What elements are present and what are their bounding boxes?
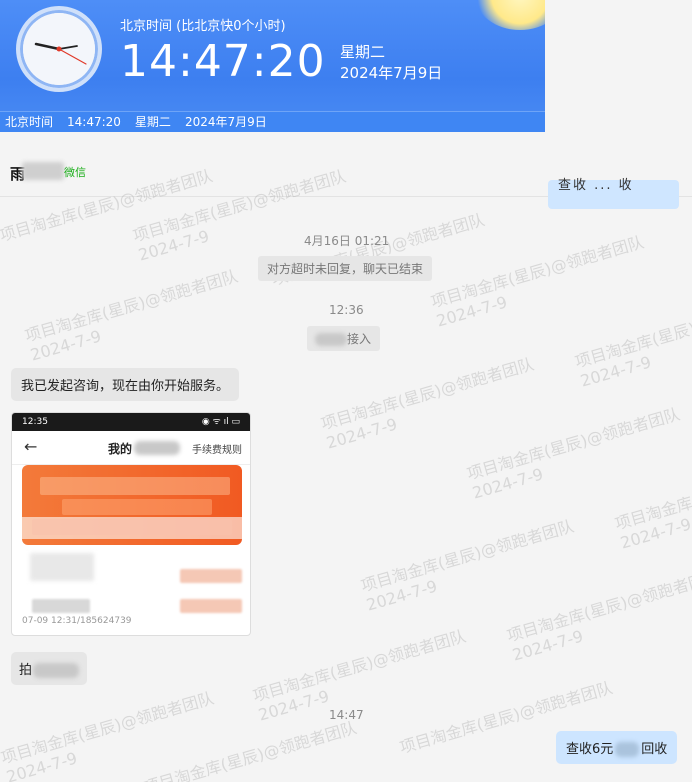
- phone-titlebar: ← 我的 手续费规则: [12, 431, 250, 465]
- redacted-name: [315, 333, 347, 346]
- outgoing-message[interactable]: 查收6元 回收: [556, 731, 678, 764]
- incoming-message[interactable]: 拍: [11, 652, 88, 685]
- watermark: 项目淘金库(星辰)@领跑者团队 2024-7-9: [0, 688, 216, 782]
- phone-title-right: 手续费规则: [192, 445, 242, 456]
- watermark: 项目淘金库(星辰)@领跑者团队 2024-7-9: [318, 354, 536, 453]
- sun-decoration: [475, 0, 545, 30]
- outgoing-message-prefix: 查收6元: [566, 742, 614, 757]
- watermark: 项目淘金库(星辰)@领跑者团队 2024-7-9: [504, 566, 692, 665]
- watermark: 项目淘金库(星辰)@领跑者团队 2024-7-9: [572, 292, 692, 391]
- phone-title: 我的: [108, 442, 133, 456]
- redacted-text: [33, 663, 80, 678]
- phone-status-icons: ◉ ᯤ ıl ▭: [201, 417, 240, 427]
- clock-status-bar: 北京时间 14:47:20 星期二 2024年7月9日: [0, 111, 545, 132]
- watermark: 项目淘金库(星辰)@领跑者团队 2024-7-9: [464, 404, 682, 503]
- analog-clock-icon: [16, 6, 102, 92]
- watermark: 项目淘金库(星辰)@领跑者团队 2024-7-9: [22, 266, 240, 365]
- clock-widget: 北京时间 (比北京快0个小时) 14:47:20 星期二 2024年7月9日 北…: [0, 0, 545, 132]
- watermark: 项目淘金库(星辰)@领跑者团队 2024-7-9: [612, 454, 692, 553]
- outgoing-message-cut: 查收 ... 收: [548, 178, 679, 209]
- source-tag: 微信: [64, 166, 86, 179]
- redacted-text: [615, 742, 640, 757]
- phone-status-bar: 12:35 ◉ ᯤ ıl ▭: [12, 413, 250, 431]
- system-notice-text: 接入: [347, 332, 372, 346]
- system-notice: 对方超时未回复，聊天已结束: [258, 256, 433, 281]
- status-weekday: 星期二: [134, 115, 171, 129]
- clock-time: 14:47:20: [120, 36, 326, 87]
- watermark: 项目淘金库(星辰)@领跑者团队: [141, 717, 359, 782]
- watermark: 项目淘金库(星辰)@领跑者团队 2024-7-9: [358, 516, 576, 615]
- system-notice: 接入: [307, 326, 381, 351]
- message-timestamp: 14:47: [329, 708, 364, 722]
- screenshot-image[interactable]: 12:35 ◉ ᯤ ıl ▭ ← 我的 手续费规则 07-09 12:31/18…: [11, 412, 251, 636]
- status-time: 14:47:20: [67, 115, 121, 129]
- status-label: 北京时间: [5, 115, 54, 129]
- message-timestamp: 12:36: [329, 303, 364, 317]
- clock-date: 2024年7月9日: [340, 64, 443, 82]
- back-arrow-icon: ←: [24, 437, 38, 456]
- message-initial: 拍: [19, 663, 33, 678]
- clock-label: 北京时间 (比北京快0个小时): [120, 19, 286, 34]
- outgoing-message-suffix: 回收: [641, 742, 668, 757]
- redacted-title: [134, 441, 180, 455]
- clock-weekday: 星期二: [340, 43, 386, 61]
- incoming-message[interactable]: 我已发起咨询，现在由你开始服务。: [11, 368, 240, 401]
- phone-time: 12:35: [22, 417, 48, 427]
- watermark: 项目淘金库(星辰)@领跑者团队 2024-7-9: [428, 232, 646, 331]
- contact-name-redacted: [22, 162, 64, 180]
- message-timestamp: 4月16日 01:21: [304, 234, 390, 248]
- phone-record-text: 07-09 12:31/185624739: [22, 616, 132, 626]
- status-date: 2024年7月9日: [184, 115, 267, 129]
